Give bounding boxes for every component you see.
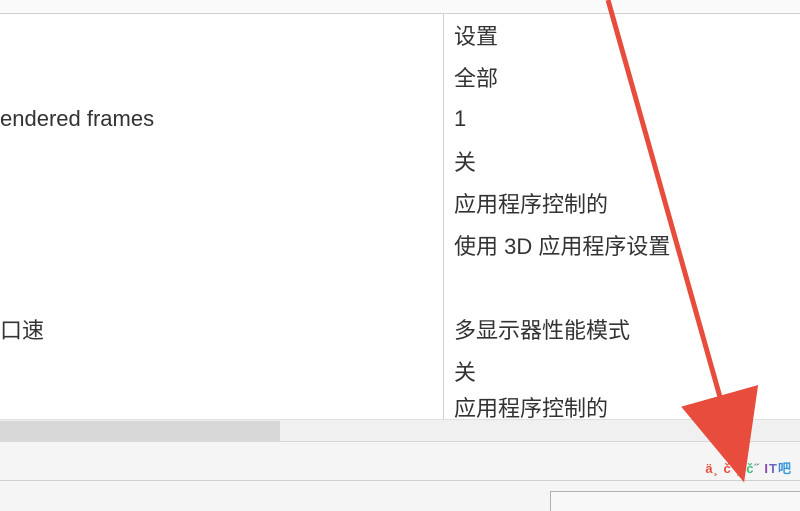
setting-value: 多显示器性能模式	[454, 313, 630, 345]
table-row[interactable]: 应用程序控制的	[444, 392, 800, 422]
setting-value: 关	[454, 355, 476, 387]
setting-value: 关	[454, 145, 476, 177]
watermark-text: ä¸ č ¸ č˝ IT吧	[705, 458, 792, 477]
apply-button[interactable]	[550, 491, 800, 511]
table-row[interactable]: 口速	[0, 308, 443, 350]
table-row[interactable]: 多显示器性能模式	[444, 308, 800, 350]
horizontal-scrollbar-thumb[interactable]	[0, 421, 280, 441]
settings-table: endered frames 口速 设置 全部 1 关 应用程序控制的 使用 3…	[0, 14, 800, 419]
table-row[interactable]	[0, 224, 443, 266]
table-row[interactable]	[0, 56, 443, 98]
table-row[interactable]	[0, 350, 443, 392]
settings-value-column: 设置 全部 1 关 应用程序控制的 使用 3D 应用程序设置 多显示器性能模式 …	[444, 14, 800, 419]
setting-label: endered frames	[0, 106, 154, 132]
setting-value: 1	[454, 106, 466, 132]
table-row[interactable]: 关	[444, 140, 800, 182]
table-row[interactable]: 关	[444, 350, 800, 392]
panel-divider	[0, 480, 800, 481]
table-row[interactable]: 全部	[444, 56, 800, 98]
table-row[interactable]	[0, 182, 443, 224]
table-row[interactable]	[0, 266, 443, 308]
table-row[interactable]: 1	[444, 98, 800, 140]
setting-label: 口速	[0, 313, 44, 345]
table-row[interactable]	[0, 140, 443, 182]
table-row[interactable]	[0, 14, 443, 56]
setting-value: 全部	[454, 61, 498, 93]
horizontal-scrollbar-track[interactable]	[0, 419, 800, 441]
settings-label-column: endered frames 口速	[0, 14, 444, 419]
table-row[interactable]: 使用 3D 应用程序设置	[444, 224, 800, 266]
table-row[interactable]: 设置	[444, 14, 800, 56]
table-row[interactable]: endered frames	[0, 98, 443, 140]
table-row[interactable]	[0, 392, 443, 422]
setting-value: 设置	[454, 19, 498, 51]
table-row[interactable]: 应用程序控制的	[444, 182, 800, 224]
setting-value: 应用程序控制的	[454, 392, 608, 422]
setting-value: 应用程序控制的	[454, 187, 608, 219]
table-header-fragment	[0, 0, 800, 14]
setting-value: 使用 3D 应用程序设置	[454, 229, 670, 261]
table-row[interactable]	[444, 266, 800, 308]
